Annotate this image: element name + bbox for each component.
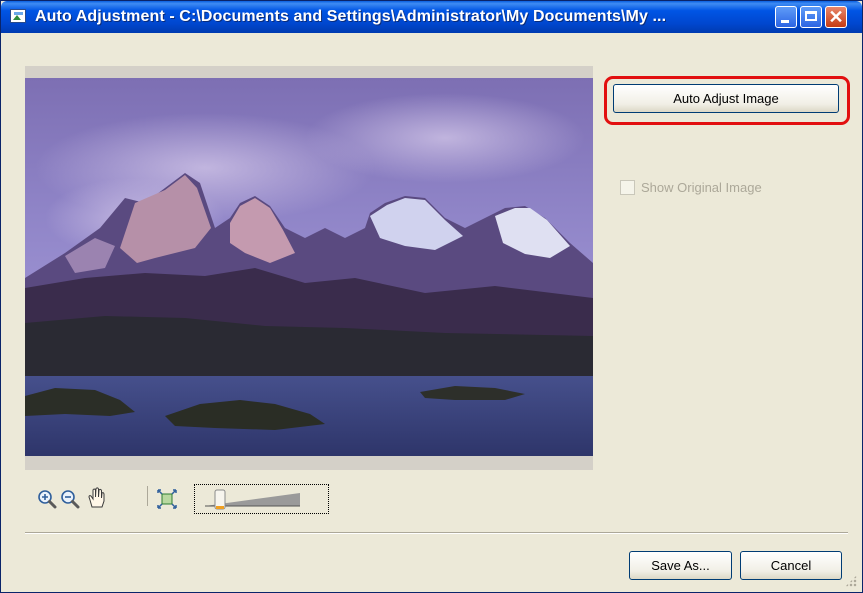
- save-as-button[interactable]: Save As...: [629, 551, 732, 580]
- auto-adjust-image-button[interactable]: Auto Adjust Image: [613, 84, 839, 113]
- title-bar[interactable]: Auto Adjustment - C:\Documents and Setti…: [1, 1, 862, 33]
- zoom-in-icon[interactable]: [36, 488, 58, 510]
- maximize-button[interactable]: [800, 6, 822, 28]
- show-original-label: Show Original Image: [641, 180, 762, 195]
- zoom-out-icon[interactable]: [59, 488, 81, 510]
- fit-to-window-icon[interactable]: [156, 488, 178, 510]
- cancel-button[interactable]: Cancel: [740, 551, 842, 580]
- dialog-body: Auto Adjust Image Show Original Image Sa…: [4, 33, 859, 589]
- resize-grip[interactable]: [845, 575, 857, 587]
- image-preview-frame: [25, 66, 593, 470]
- close-icon: ✕: [828, 7, 844, 27]
- toolbar-separator: [147, 486, 148, 506]
- mountain-photo: [25, 78, 593, 456]
- image-preview[interactable]: [25, 78, 593, 456]
- show-original-checkbox[interactable]: [620, 180, 635, 195]
- footer-divider: [25, 532, 848, 534]
- window-title: Auto Adjustment - C:\Documents and Setti…: [35, 8, 667, 25]
- hand-pan-icon[interactable]: [86, 486, 108, 508]
- zoom-slider-thumb: [214, 489, 226, 510]
- zoom-slider[interactable]: [194, 484, 329, 514]
- app-image-icon: [10, 9, 26, 23]
- show-original-option[interactable]: Show Original Image: [620, 180, 762, 195]
- minimize-button[interactable]: [775, 6, 797, 28]
- auto-adjustment-window: Auto Adjustment - C:\Documents and Setti…: [0, 0, 863, 593]
- close-button[interactable]: ✕: [825, 6, 847, 28]
